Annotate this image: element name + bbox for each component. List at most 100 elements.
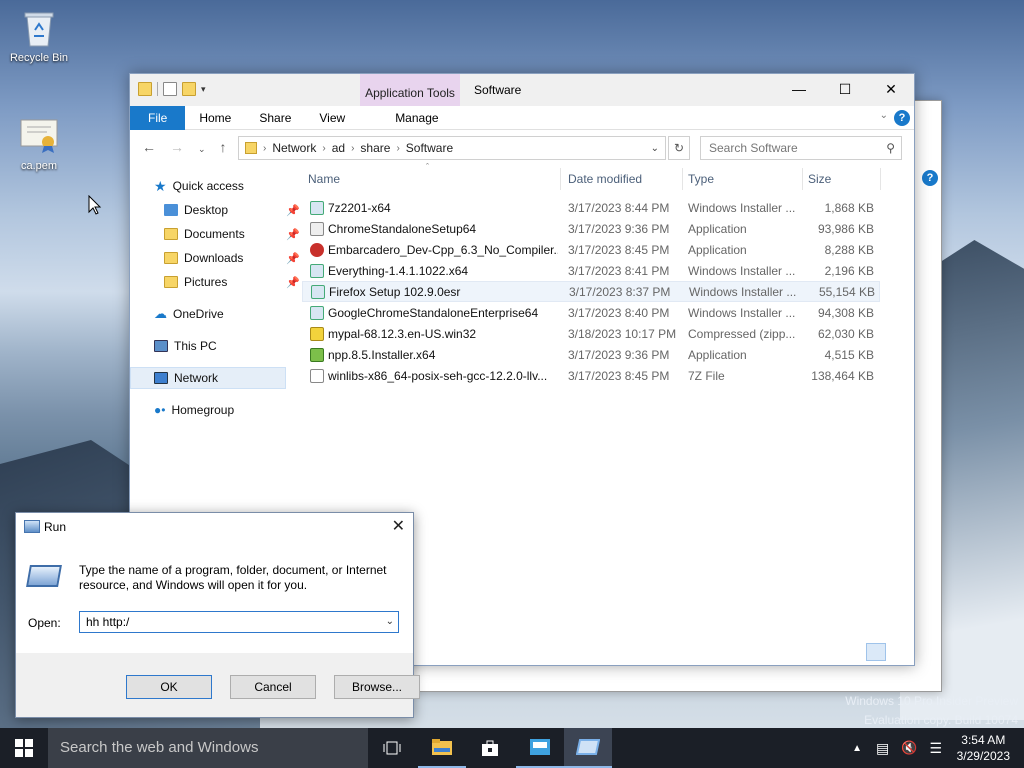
taskbar-app[interactable] bbox=[516, 728, 564, 768]
breadcrumb-share[interactable]: share bbox=[360, 141, 390, 155]
open-label: Open: bbox=[28, 616, 61, 630]
show-hidden-icons-icon[interactable]: ▲ bbox=[852, 743, 862, 754]
search-placeholder: Search the web and Windows bbox=[60, 739, 259, 756]
expand-ribbon-icon[interactable]: ⌄ bbox=[880, 110, 888, 121]
sidebar-item-downloads[interactable]: Downloads 📌 bbox=[164, 247, 300, 269]
homegroup-icon: ●• bbox=[154, 403, 166, 417]
taskbar-file-explorer[interactable] bbox=[418, 728, 466, 768]
sidebar-item-homegroup[interactable]: ●• Homegroup bbox=[154, 399, 234, 421]
pin-icon[interactable]: 📌 bbox=[286, 252, 300, 265]
breadcrumb-software[interactable]: Software bbox=[406, 141, 453, 155]
desktop-icon-recycle-bin[interactable]: Recycle Bin bbox=[4, 8, 74, 64]
file-row[interactable]: winlibs-x86_64-posix-seh-gcc-12.2.0-llv.… bbox=[302, 365, 880, 386]
file-date: 3/18/2023 10:17 PM bbox=[568, 326, 677, 341]
start-button[interactable] bbox=[0, 728, 48, 768]
browse-button[interactable]: Browse... bbox=[334, 675, 420, 699]
action-center-icon[interactable]: ☰ bbox=[929, 740, 942, 757]
taskbar-search-box[interactable]: Search the web and Windows bbox=[48, 728, 368, 768]
tab-manage[interactable]: Manage bbox=[375, 106, 458, 130]
file-row[interactable]: GoogleChromeStandaloneEnterprise64 3/17/… bbox=[302, 302, 880, 323]
tab-view[interactable]: View bbox=[305, 106, 359, 130]
title-bar: ▾ Application Tools Software — ☐ ✕ bbox=[130, 74, 914, 106]
navigation-buttons: ← → ⌄ ↑ bbox=[142, 139, 227, 159]
sidebar-item-desktop[interactable]: Desktop 📌 bbox=[164, 199, 300, 221]
new-folder-icon[interactable] bbox=[182, 82, 196, 96]
sidebar-item-label: Pictures bbox=[184, 275, 228, 289]
column-header-date[interactable]: Date modified bbox=[568, 168, 642, 190]
file-date: 3/17/2023 8:44 PM bbox=[568, 200, 670, 215]
column-header-size[interactable]: Size bbox=[808, 168, 831, 190]
column-header-name[interactable]: Name bbox=[308, 168, 340, 190]
file-row[interactable]: ChromeStandaloneSetup64 3/17/2023 9:36 P… bbox=[302, 218, 880, 239]
star-icon: ★ bbox=[154, 177, 167, 194]
ok-button[interactable]: OK bbox=[126, 675, 212, 699]
devcpp-icon bbox=[310, 242, 324, 257]
sidebar-item-label: Documents bbox=[184, 227, 245, 241]
sidebar-item-quick-access[interactable]: ★ Quick access bbox=[154, 175, 244, 197]
network-folder-icon bbox=[245, 142, 257, 154]
file-name: mypal-68.12.3.en-US.win32 bbox=[328, 326, 477, 341]
notepadpp-icon bbox=[310, 347, 324, 362]
network-status-icon[interactable]: ▤ bbox=[876, 740, 889, 757]
sidebar-item-onedrive[interactable]: ☁ OneDrive bbox=[154, 303, 224, 325]
volume-muted-icon[interactable]: 🔇 bbox=[901, 740, 917, 756]
details-view-icon[interactable] bbox=[866, 643, 886, 661]
file-row[interactable]: 7z2201-x64 3/17/2023 8:44 PM Windows Ins… bbox=[302, 197, 880, 218]
tab-share[interactable]: Share bbox=[245, 106, 305, 130]
column-header-type[interactable]: Type bbox=[688, 168, 714, 190]
tab-home[interactable]: Home bbox=[185, 106, 245, 130]
large-icons-view-icon[interactable] bbox=[888, 643, 908, 661]
quick-access-toolbar: ▾ bbox=[138, 82, 206, 96]
close-button[interactable]: ✕ bbox=[868, 74, 914, 104]
file-row[interactable]: Firefox Setup 102.9.0esr 3/17/2023 8:37 … bbox=[302, 281, 880, 302]
taskbar-run[interactable] bbox=[564, 728, 612, 768]
taskbar-clock[interactable]: 3:54 AM 3/29/2023 bbox=[957, 732, 1010, 764]
file-row[interactable]: npp.8.5.Installer.x64 3/17/2023 9:36 PM … bbox=[302, 344, 880, 365]
file-type: Application bbox=[688, 242, 747, 257]
close-icon[interactable]: ✕ bbox=[392, 516, 405, 536]
help-icon[interactable]: ? bbox=[894, 110, 910, 126]
pin-icon[interactable]: 📌 bbox=[286, 228, 300, 241]
file-date: 3/17/2023 9:36 PM bbox=[568, 347, 670, 362]
file-row[interactable]: Embarcadero_Dev-Cpp_6.3_No_Compiler... 3… bbox=[302, 239, 880, 260]
customize-toolbar-icon[interactable]: ▾ bbox=[201, 84, 206, 95]
taskbar-store[interactable] bbox=[466, 728, 514, 768]
sidebar-item-documents[interactable]: Documents 📌 bbox=[164, 223, 300, 245]
chevron-down-icon[interactable]: ⌄ bbox=[386, 612, 394, 632]
search-input[interactable]: Search Software ⚲ bbox=[700, 136, 902, 160]
refresh-button[interactable]: ↻ bbox=[668, 136, 690, 160]
breadcrumb-network[interactable]: Network bbox=[272, 141, 316, 155]
task-view-button[interactable] bbox=[368, 728, 416, 768]
up-arrow-icon[interactable]: ↑ bbox=[220, 139, 227, 159]
file-type: Windows Installer ... bbox=[688, 200, 796, 215]
sidebar-item-label: Network bbox=[174, 371, 219, 385]
properties-icon[interactable] bbox=[163, 82, 177, 96]
file-size: 2,196 KB bbox=[824, 263, 874, 278]
file-row[interactable]: mypal-68.12.3.en-US.win32 3/18/2023 10:1… bbox=[302, 323, 880, 344]
address-bar[interactable]: › Network › ad › share › Software ⌄ bbox=[238, 136, 666, 160]
desktop-icon-ca-pem[interactable]: ca.pem bbox=[4, 116, 74, 172]
open-combobox[interactable]: hh http:/ ⌄ bbox=[79, 611, 399, 633]
back-arrow-icon[interactable]: ← bbox=[142, 139, 156, 159]
file-row[interactable]: Everything-1.4.1.1022.x64 3/17/2023 8:41… bbox=[302, 260, 880, 281]
dialog-title: Run bbox=[44, 520, 67, 534]
cancel-button[interactable]: Cancel bbox=[230, 675, 316, 699]
file-date: 3/17/2023 8:40 PM bbox=[568, 305, 670, 320]
minimize-button[interactable]: — bbox=[776, 74, 822, 104]
pin-icon[interactable]: 📌 bbox=[286, 276, 300, 289]
address-dropdown-icon[interactable]: ⌄ bbox=[651, 143, 659, 154]
recent-locations-icon[interactable]: ⌄ bbox=[198, 139, 206, 159]
file-size: 62,030 KB bbox=[817, 326, 874, 341]
sidebar-item-network[interactable]: Network bbox=[130, 367, 286, 389]
file-size: 4,515 KB bbox=[824, 347, 874, 362]
maximize-button[interactable]: ☐ bbox=[822, 74, 868, 104]
sidebar-item-this-pc[interactable]: This PC bbox=[154, 335, 217, 357]
tab-file[interactable]: File bbox=[130, 105, 186, 130]
help-icon[interactable]: ? bbox=[922, 170, 938, 186]
pin-icon[interactable]: 📌 bbox=[286, 204, 300, 217]
run-icon bbox=[576, 739, 600, 755]
breadcrumb-ad[interactable]: ad bbox=[332, 141, 345, 155]
sidebar-item-pictures[interactable]: Pictures 📌 bbox=[164, 271, 300, 293]
window-title: Software bbox=[474, 83, 522, 97]
forward-arrow-icon[interactable]: → bbox=[170, 139, 184, 159]
